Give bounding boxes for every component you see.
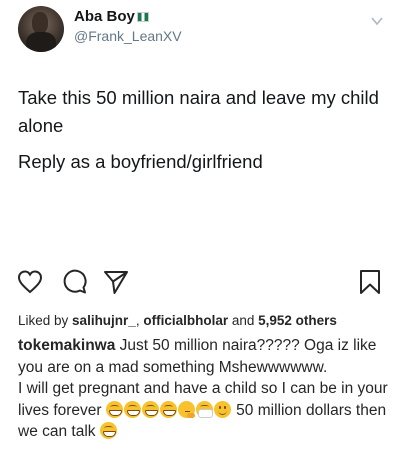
- heart-icon[interactable]: [16, 268, 44, 296]
- thinking-emoji-icon: [177, 400, 195, 418]
- likes-count[interactable]: 5,952 others: [258, 313, 337, 328]
- chevron-down-icon[interactable]: [370, 14, 384, 28]
- grin-emoji-icon: [123, 400, 141, 418]
- likes-prefix: Liked by: [18, 313, 73, 328]
- avatar-face: [32, 12, 48, 34]
- comment-icon[interactable]: [60, 268, 88, 296]
- liker-2[interactable]: officialbholar: [143, 313, 228, 328]
- grin-emoji-icon: [141, 400, 159, 418]
- caption: tokemakinwa Just 50 million naira????? O…: [18, 335, 390, 443]
- grin-emoji-icon: [105, 400, 123, 418]
- tweet-text-line1: Take this 50 million naira and leave my …: [18, 87, 379, 136]
- caption-username[interactable]: tokemakinwa: [18, 337, 115, 354]
- likes-and: and: [228, 313, 259, 328]
- tweet-card: Aba Boy @Frank_LeanXV Take this 50 milli…: [0, 0, 400, 255]
- mask-emoji-icon: [195, 400, 213, 418]
- display-name-text: Aba Boy: [74, 8, 135, 25]
- grin-emoji-icon: [159, 400, 177, 418]
- tweet-text-line2: Reply as a boyfriend/girlfriend: [18, 151, 263, 172]
- avatar[interactable]: [18, 6, 64, 52]
- share-icon[interactable]: [102, 268, 130, 296]
- smile-emoji-icon: [213, 400, 231, 418]
- display-name[interactable]: Aba Boy: [74, 8, 149, 25]
- likes-summary[interactable]: Liked by salihujnr_, officialbholar and …: [18, 313, 337, 328]
- nigeria-flag-icon: [136, 12, 149, 22]
- handle[interactable]: @Frank_LeanXV: [74, 28, 182, 44]
- liker-1[interactable]: salihujnr_: [72, 313, 136, 328]
- grin-emoji-icon: [99, 422, 117, 439]
- bookmark-icon[interactable]: [356, 268, 384, 296]
- post-actions: [0, 268, 400, 302]
- avatar-body: [26, 32, 56, 52]
